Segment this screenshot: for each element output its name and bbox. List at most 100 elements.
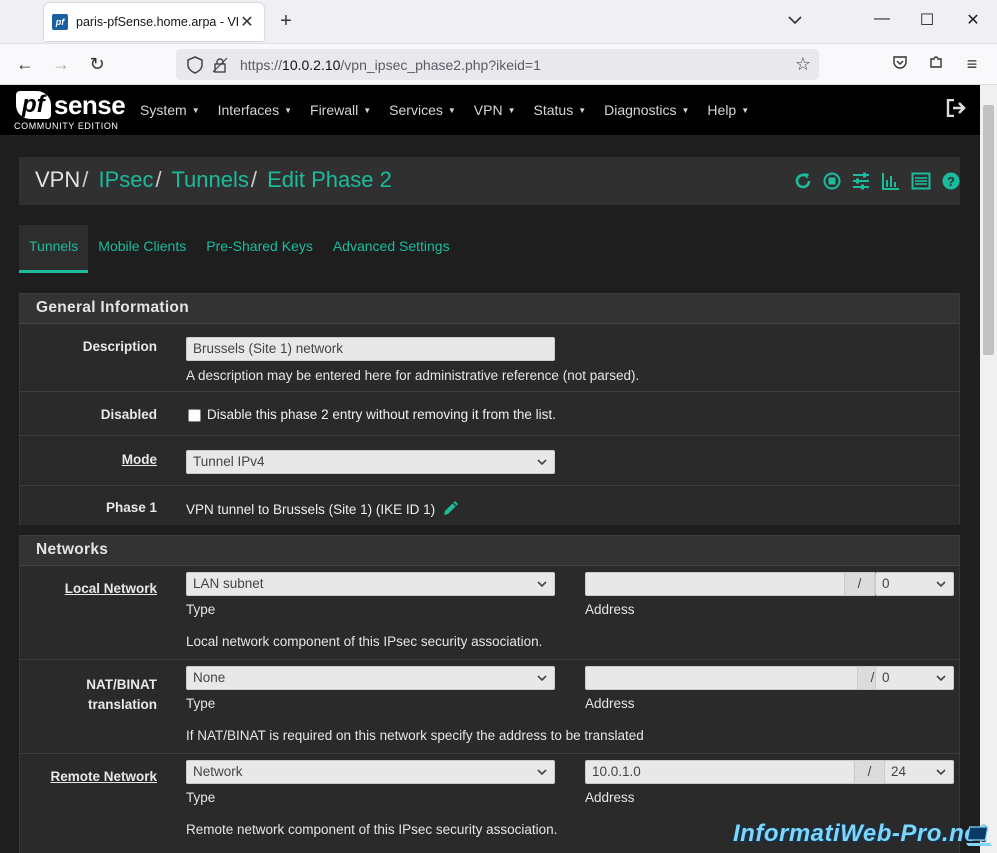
- restart-service-icon[interactable]: [793, 171, 813, 191]
- ipsec-tabs: Tunnels Mobile Clients Pre-Shared Keys A…: [19, 225, 460, 273]
- remote-network-address-input[interactable]: 10.0.1.0: [585, 760, 855, 784]
- local-network-type-select[interactable]: LAN subnet: [186, 572, 555, 596]
- reload-icon[interactable]: ↻: [86, 53, 108, 75]
- browser-tab[interactable]: pf paris-pfSense.home.arpa - VPN ✕: [44, 3, 264, 41]
- main-menu: System ▼ Interfaces ▼ Firewall ▼ Services ▼ …: [140, 85, 767, 136]
- breadcrumb-bar: VPN/ IPsec/ Tunnels/ Edit Phase 2 ?: [19, 157, 960, 205]
- menu-vpn[interactable]: VPN ▼: [474, 85, 516, 136]
- chevron-down-icon: [936, 675, 946, 682]
- nat-binat-label: NAT/BINAT translation: [20, 675, 157, 715]
- local-type-caption: Type: [186, 602, 216, 617]
- local-network-label[interactable]: Local Network: [20, 581, 157, 596]
- settings-sliders-icon[interactable]: [851, 171, 871, 191]
- menu-interfaces[interactable]: Interfaces ▼: [218, 85, 292, 136]
- logs-list-icon[interactable]: [911, 171, 931, 191]
- remote-network-type-select[interactable]: Network: [186, 760, 555, 784]
- description-label: Description: [82, 339, 157, 354]
- new-tab-icon[interactable]: +: [276, 10, 296, 33]
- chevron-down-icon: [537, 581, 547, 588]
- minimize-window-icon[interactable]: —: [872, 10, 892, 28]
- disabled-row: Disabled Disable this phase 2 entry with…: [20, 392, 959, 436]
- description-help: A description may be entered here for ad…: [186, 368, 640, 383]
- browser-tab-title: paris-pfSense.home.arpa - VPN: [76, 15, 238, 29]
- local-network-mask-value: 0: [882, 576, 890, 591]
- status-chart-icon[interactable]: [881, 171, 901, 191]
- menu-status[interactable]: Status ▼: [534, 85, 587, 136]
- mode-label[interactable]: Mode: [20, 452, 157, 467]
- panel-title-networks: Networks: [20, 536, 959, 566]
- remote-network-label[interactable]: Remote Network: [20, 769, 157, 784]
- bookmark-star-icon[interactable]: ☆: [795, 54, 811, 75]
- breadcrumb-ipsec[interactable]: IPsec: [99, 167, 154, 192]
- help-icon[interactable]: ?: [941, 171, 961, 191]
- breadcrumb-shortcuts: ?: [793, 171, 961, 191]
- nat-address-caption: Address: [585, 696, 635, 711]
- pencil-edit-icon[interactable]: [441, 498, 461, 518]
- back-arrow-icon[interactable]: ←: [14, 53, 36, 75]
- hamburger-menu-icon[interactable]: ≡: [961, 53, 983, 75]
- menu-firewall[interactable]: Firewall ▼: [310, 85, 371, 136]
- lock-icon[interactable]: [212, 57, 228, 73]
- menu-diagnostics[interactable]: Diagnostics ▼: [604, 85, 689, 136]
- address-bar[interactable]: https://10.0.2.10/vpn_ipsec_phase2.php?i…: [176, 49, 819, 80]
- disabled-checkbox[interactable]: [188, 409, 201, 422]
- remote-network-mask-select[interactable]: 24: [884, 760, 954, 784]
- tracking-shield-icon[interactable]: [186, 55, 204, 74]
- local-network-address-input[interactable]: [585, 572, 845, 596]
- url-host: 10.0.2.10: [282, 56, 341, 73]
- local-address-caption: Address: [585, 602, 635, 617]
- logo-edition: COMMUNITY EDITION: [14, 121, 119, 131]
- nat-label-line1: NAT/BINAT: [86, 677, 157, 692]
- description-row: Description Brussels (Site 1) network A …: [20, 324, 959, 392]
- nat-type-caption: Type: [186, 696, 216, 711]
- nat-address-input[interactable]: [585, 666, 858, 690]
- watermark-text: InformatiWeb-Pro.net: [733, 820, 987, 847]
- menu-services[interactable]: Services ▼: [389, 85, 456, 136]
- extensions-icon[interactable]: [925, 53, 947, 75]
- close-tab-icon[interactable]: ✕: [238, 12, 256, 32]
- list-tabs-chevron-icon[interactable]: [788, 12, 802, 28]
- maximize-window-icon[interactable]: ☐: [917, 10, 937, 30]
- breadcrumb-edit-phase2[interactable]: Edit Phase 2: [267, 167, 392, 192]
- chevron-down-icon: [537, 459, 547, 466]
- stop-service-icon[interactable]: [823, 171, 841, 191]
- pocket-icon[interactable]: [889, 53, 911, 75]
- tab-tunnels[interactable]: Tunnels: [19, 225, 89, 273]
- logo-pf: pf: [16, 91, 51, 119]
- scrollbar-thumb[interactable]: [983, 105, 994, 355]
- nat-mask-select[interactable]: 0: [875, 666, 954, 690]
- forward-arrow-icon[interactable]: →: [50, 53, 72, 75]
- tab-advanced-settings[interactable]: Advanced Settings: [323, 225, 460, 273]
- page-scrollbar[interactable]: [980, 85, 997, 853]
- pfsense-page: pf sense COMMUNITY EDITION System ▼ Inter…: [0, 85, 980, 853]
- tab-pre-shared-keys[interactable]: Pre-Shared Keys: [196, 225, 323, 273]
- logo-sense: sense: [54, 90, 126, 120]
- local-network-row: Local Network LAN subnet Type / 0 Addres…: [20, 566, 959, 660]
- logout-icon[interactable]: [946, 98, 966, 122]
- remote-address-caption: Address: [585, 790, 635, 805]
- phase1-value: VPN tunnel to Brussels (Site 1) (IKE ID …: [186, 502, 436, 517]
- mode-select[interactable]: Tunnel IPv4: [186, 450, 555, 474]
- pfsense-logo[interactable]: pf sense COMMUNITY EDITION: [14, 91, 126, 133]
- nat-mask-value: 0: [882, 670, 890, 685]
- mode-select-value: Tunnel IPv4: [193, 454, 265, 469]
- chevron-down-icon: [936, 769, 946, 776]
- breadcrumb-tunnels[interactable]: Tunnels: [171, 167, 248, 192]
- local-network-help: Local network component of this IPsec se…: [186, 634, 543, 649]
- remote-network-slash: /: [854, 760, 885, 784]
- description-input[interactable]: Brussels (Site 1) network: [186, 337, 555, 361]
- nat-label-line2: translation: [87, 697, 157, 712]
- menu-system[interactable]: System ▼: [140, 85, 200, 136]
- svg-text:?: ?: [947, 174, 955, 189]
- close-window-icon[interactable]: ✕: [963, 10, 983, 30]
- remote-type-caption: Type: [186, 790, 216, 805]
- nat-type-select[interactable]: None: [186, 666, 555, 690]
- local-network-mask-select[interactable]: 0: [875, 572, 954, 596]
- phase1-row: Phase 1 VPN tunnel to Brussels (Site 1) …: [20, 486, 959, 525]
- tab-mobile-clients[interactable]: Mobile Clients: [88, 225, 196, 273]
- nat-type-value: None: [193, 670, 226, 685]
- local-network-type-value: LAN subnet: [193, 576, 264, 591]
- disabled-label: Disabled: [100, 407, 157, 422]
- remote-network-help: Remote network component of this IPsec s…: [186, 822, 558, 837]
- menu-help[interactable]: Help ▼: [707, 85, 749, 136]
